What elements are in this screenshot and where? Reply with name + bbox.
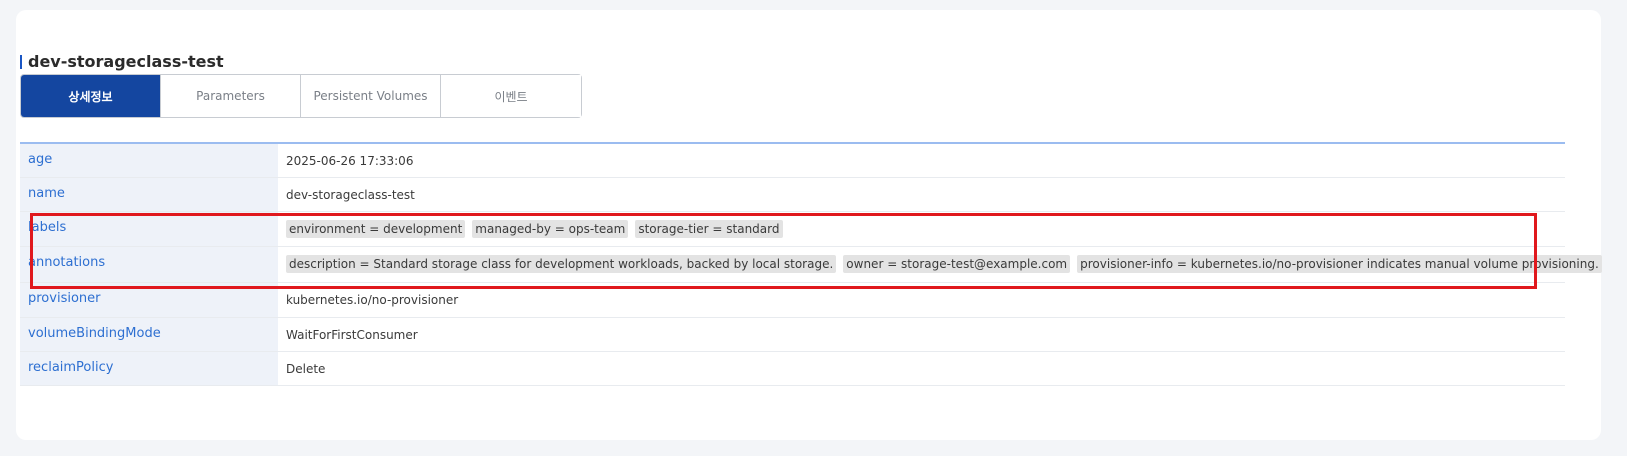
value-volume-binding-mode: WaitForFirstConsumer xyxy=(286,328,418,342)
table-row-annotations: annotations description = Standard stora… xyxy=(20,247,1602,283)
tab-details[interactable]: 상세정보 xyxy=(21,75,161,117)
table-row-reclaim-policy: reclaimPolicy Delete xyxy=(20,352,1565,386)
value-labels: environment = development managed-by = o… xyxy=(278,212,1565,246)
key-volume-binding-mode: volumeBindingMode xyxy=(20,318,278,351)
table-row-name: name dev-storageclass-test xyxy=(20,178,1565,212)
label-chip: environment = development xyxy=(286,220,466,238)
value-age: 2025-06-26 17:33:06 xyxy=(286,154,414,168)
label-chip: storage-tier = standard xyxy=(635,220,783,238)
table-row-volume-binding-mode: volumeBindingMode WaitForFirstConsumer xyxy=(20,318,1565,352)
value-reclaim-policy: Delete xyxy=(286,362,326,376)
tab-bar: 상세정보 Parameters Persistent Volumes 이벤트 xyxy=(20,74,582,118)
tab-parameters[interactable]: Parameters xyxy=(161,75,301,117)
annotation-chip: description = Standard storage class for… xyxy=(286,255,837,273)
annotation-chip: owner = storage-test@example.com xyxy=(843,255,1071,273)
key-name: name xyxy=(20,178,278,211)
title-accent-bar xyxy=(20,54,22,69)
key-reclaim-policy: reclaimPolicy xyxy=(20,352,278,385)
table-row-labels: labels environment = development managed… xyxy=(20,212,1565,247)
key-labels: labels xyxy=(20,212,278,246)
page-title: dev-storageclass-test xyxy=(28,52,224,71)
label-chip: managed-by = ops-team xyxy=(472,220,629,238)
tab-events[interactable]: 이벤트 xyxy=(441,75,581,117)
table-row-provisioner: provisioner kubernetes.io/no-provisioner xyxy=(20,283,1565,318)
table-row-age: age 2025-06-26 17:33:06 xyxy=(20,144,1565,178)
tab-persistent-volumes[interactable]: Persistent Volumes xyxy=(301,75,441,117)
key-provisioner: provisioner xyxy=(20,283,278,317)
value-name: dev-storageclass-test xyxy=(286,188,415,202)
key-annotations: annotations xyxy=(20,247,278,282)
details-table: age 2025-06-26 17:33:06 name dev-storage… xyxy=(20,142,1602,386)
page-title-row: dev-storageclass-test xyxy=(20,52,224,71)
key-age: age xyxy=(20,144,278,177)
value-provisioner: kubernetes.io/no-provisioner xyxy=(286,293,459,307)
value-annotations: description = Standard storage class for… xyxy=(278,247,1617,282)
annotation-chip: provisioner-info = kubernetes.io/no-prov… xyxy=(1077,255,1602,273)
